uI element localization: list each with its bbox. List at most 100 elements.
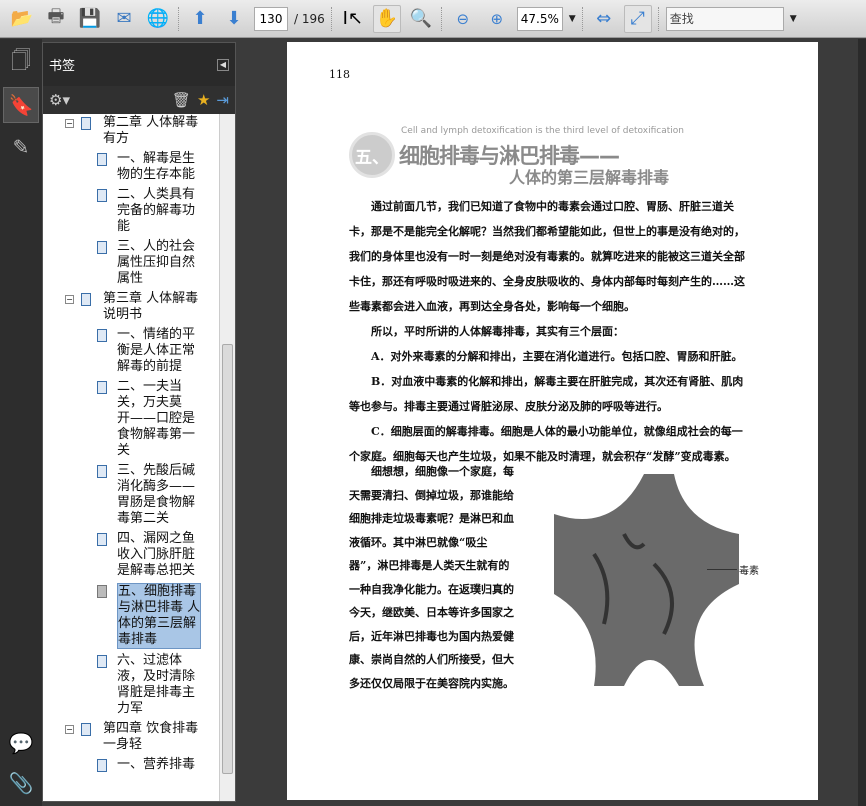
separator: [440, 6, 443, 31]
bookmarks-panel: 书签 ◀ ⚙▾ 🗑 ★ ⇥ − 第二章 人体解毒 有方一、解毒是生 物的生存本能二、…: [42, 42, 236, 802]
bookmark-label: 第四章 饮食排毒 一身轻: [103, 721, 199, 752]
bookmark-item[interactable]: 三、人的社会 属性压抑自然 属性: [43, 239, 219, 287]
subtitle-english: Cell and lymph detoxification is the thi…: [401, 126, 684, 136]
select-tool-icon[interactable]: I↖: [339, 5, 367, 33]
chapter-badge: 五、: [349, 132, 395, 178]
bookmark-icon: [97, 189, 107, 202]
bookmark-item[interactable]: − 第四章 饮食排毒 一身轻: [43, 721, 219, 753]
separator: [581, 6, 584, 31]
print-icon[interactable]: 🖶: [42, 5, 70, 33]
text-line: 我们的身体里也没有一时一刻是绝对没有毒素的。就算吃进来的能被这三道关全部: [349, 250, 745, 263]
bookmark-label: 六、过滤体 液，及时清除 肾脏是排毒主 力军: [117, 653, 196, 716]
text-line: 天需要清扫、倒掉垃圾，那谁能给: [349, 488, 514, 502]
separator: [657, 6, 660, 31]
bookmark-item[interactable]: 二、一夫当 关，万夫莫 开——口腔是 食物解毒第一 关: [43, 379, 219, 459]
bookmark-icon: [97, 241, 107, 254]
bookmark-label: 第三章 人体解毒 说明书: [103, 291, 199, 322]
bookmark-label: 一、解毒是生 物的生存本能: [117, 151, 196, 182]
bookmark-icon: [97, 655, 107, 668]
zoom-in-icon[interactable]: ⊕: [483, 5, 511, 33]
panel-title: 书签: [49, 59, 76, 74]
email-icon[interactable]: ✉: [110, 5, 138, 33]
bookmark-label: 三、先酸后碱 消化酶多—— 胃肠是食物解 毒第二关: [117, 463, 196, 526]
scrollbar-thumb[interactable]: [222, 344, 233, 774]
zoom-level-input[interactable]: 47.5%: [516, 6, 563, 31]
bookmark-scrollbar[interactable]: [219, 114, 235, 801]
navigation-strip: 🗍 🔖 ✎ 💬 📎: [0, 39, 42, 806]
collapse-toggle-icon[interactable]: −: [65, 119, 74, 128]
text-line: 细想想，细胞像一个家庭，每: [349, 465, 514, 478]
text-line: 所以，平时所讲的人体解毒排毒，其实有三个层面：: [349, 325, 624, 338]
collapse-toggle-icon[interactable]: −: [65, 295, 74, 304]
text-line: 卡住，那还有呼吸时吸进来的、全身皮肤吸收的、身体内部每时每刻产生的……这: [349, 275, 745, 288]
text-line: 今天，继欧美、日本等许多国家之: [349, 606, 514, 619]
signatures-icon[interactable]: ✎: [3, 129, 39, 165]
toolbar: 📂 🖶 💾 ✉ 🌐 ⬆ ⬇ 130 / 196 I↖ ✋ 🔍 ⊖ ⊕ 47.5%…: [0, 0, 866, 38]
document-scrollbar[interactable]: [858, 39, 866, 806]
bookmark-label: 二、一夫当 关，万夫莫 开——口腔是 食物解毒第一 关: [117, 379, 196, 458]
text-line: 通过前面几节，我们已知道了食物中的毒素会通过口腔、胃肠、肝脏三道关: [349, 200, 734, 213]
bookmark-icon: [81, 723, 91, 736]
bookmark-tree: − 第二章 人体解毒 有方一、解毒是生 物的生存本能二、人类具有 完备的解毒功 能…: [43, 114, 219, 801]
bookmark-item[interactable]: 一、解毒是生 物的生存本能: [43, 151, 219, 183]
zoom-out-icon[interactable]: ⊖: [449, 5, 477, 33]
fit-page-icon[interactable]: ⤢: [623, 4, 652, 33]
bookmark-item[interactable]: 一、情绪的平 衡是人体正常 解毒的前提: [43, 327, 219, 375]
separator: [178, 6, 180, 31]
bookmark-item[interactable]: 五、细胞排毒 与淋巴排毒 人 体的第三层解 毒排毒: [43, 583, 219, 649]
bookmark-item[interactable]: 一、营养排毒: [43, 757, 219, 773]
page-number-input[interactable]: 130: [254, 6, 288, 31]
bookmark-item[interactable]: 三、先酸后碱 消化酶多—— 胃肠是食物解 毒第二关: [43, 463, 219, 527]
bookmark-item[interactable]: 六、过滤体 液，及时清除 肾脏是排毒主 力军: [43, 653, 219, 717]
bookmarks-icon[interactable]: 🔖: [3, 87, 39, 123]
collapse-toggle-icon[interactable]: −: [65, 725, 74, 734]
bookmark-icon: [97, 759, 107, 772]
comments-icon[interactable]: 💬: [3, 725, 39, 761]
marquee-zoom-icon[interactable]: 🔍: [407, 5, 435, 33]
bookmark-icon: [97, 533, 107, 546]
text-line: 多还仅仅局限于在美容院内实施。: [349, 676, 514, 690]
bookmark-icon: [97, 153, 107, 166]
bookmark-icon: [97, 381, 107, 394]
hand-tool-icon[interactable]: ✋: [372, 4, 401, 33]
bookmark-label: 三、人的社会 属性压抑自然 属性: [117, 239, 196, 286]
bookmark-item[interactable]: − 第二章 人体解毒 有方: [43, 115, 219, 147]
page-total: / 196: [294, 11, 325, 26]
expand-bookmark-icon[interactable]: ⇥: [216, 91, 229, 109]
open-folder-icon[interactable]: 📂: [8, 5, 36, 33]
bookmark-label: 五、细胞排毒 与淋巴排毒 人 体的第三层解 毒排毒: [117, 583, 202, 649]
text-line: 后，近年淋巴排毒也为国内热爱健: [349, 629, 514, 643]
bookmark-label: 一、营养排毒: [117, 757, 196, 772]
delete-bookmark-icon[interactable]: 🗑: [172, 91, 191, 109]
text-line: 等也参与。排毒主要通过肾脏泌尿、皮肤分泌及肺的呼吸等进行。: [349, 400, 668, 413]
next-page-icon[interactable]: ⬇: [220, 5, 248, 33]
options-gear-icon[interactable]: ⚙▾: [49, 91, 70, 109]
page-number: 118: [329, 68, 350, 81]
bookmark-label: 四、漏网之鱼 收入门脉肝脏 是解毒总把关: [117, 531, 196, 578]
figure-label: 毒素: [739, 566, 759, 577]
bookmark-item[interactable]: − 第三章 人体解毒 说明书: [43, 291, 219, 323]
zoom-dropdown-icon[interactable]: ▼: [569, 14, 576, 24]
bookmark-icon: [97, 585, 107, 598]
save-icon[interactable]: 💾: [76, 5, 104, 33]
find-input[interactable]: 查找: [665, 6, 784, 31]
pages-icon[interactable]: 🗍: [3, 45, 39, 81]
text-line: 液循环。其中淋巴就像“吸尘: [349, 535, 488, 549]
fit-width-icon[interactable]: ⇔: [590, 5, 618, 33]
text-line: 卡，那是不是能完全化解呢？当然我们都希望能如此，但世上的事是没有绝对的，: [349, 225, 745, 238]
new-bookmark-icon[interactable]: ★: [197, 91, 210, 109]
bookmark-label: 一、情绪的平 衡是人体正常 解毒的前提: [117, 327, 196, 374]
collapse-panel-icon[interactable]: ◀: [217, 58, 229, 71]
bookmark-item[interactable]: 二、人类具有 完备的解毒功 能: [43, 187, 219, 235]
bookmark-item[interactable]: 四、漏网之鱼 收入门脉肝脏 是解毒总把关: [43, 531, 219, 579]
text-line: 些毒素都会进入血液，再到达全身各处，影响每一个细胞。: [349, 300, 635, 313]
upload-globe-icon[interactable]: 🌐: [144, 5, 172, 33]
text-line: 器”，淋巴排毒是人类天生就有的: [349, 559, 510, 572]
section-title-line2: 人体的第三层解毒排毒: [509, 168, 670, 187]
attachments-icon[interactable]: 📎: [3, 765, 39, 801]
previous-page-icon[interactable]: ⬆: [186, 5, 214, 33]
find-dropdown-icon[interactable]: ▼: [790, 14, 797, 24]
text-line: 细胞排走垃圾毒素呢？是淋巴和血: [349, 512, 514, 525]
bookmark-icon: [97, 329, 107, 342]
bookmark-label: 二、人类具有 完备的解毒功 能: [117, 187, 196, 234]
